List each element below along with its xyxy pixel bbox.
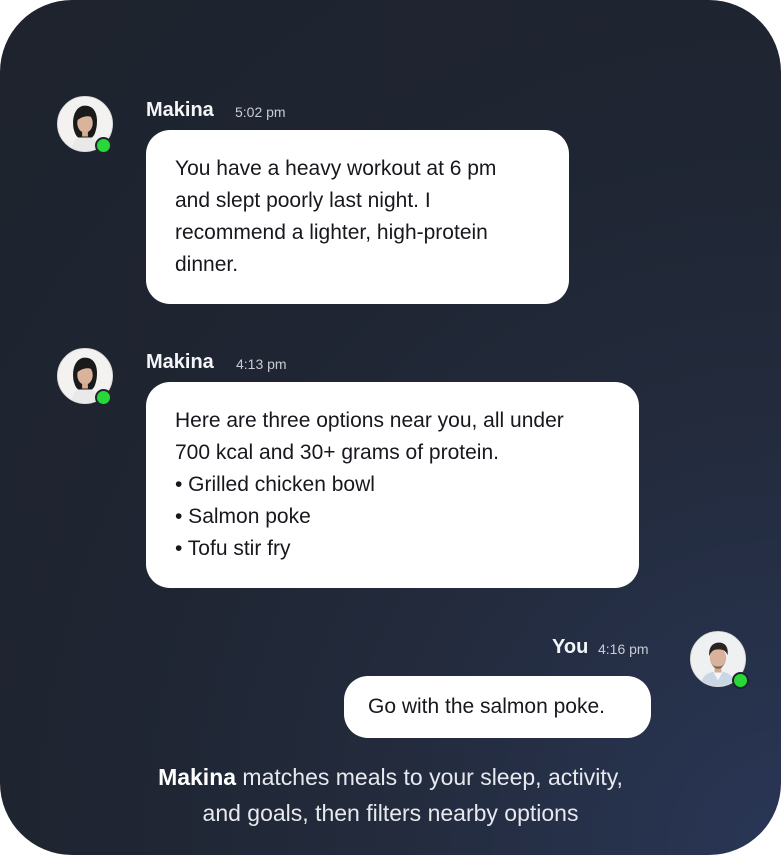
message-bubble: Go with the salmon poke. [344,676,651,738]
message-bubble: Here are three options near you, all und… [146,382,639,588]
message-text-line: • Grilled chicken bowl [175,473,375,496]
message-time: 4:13 pm [236,356,287,372]
online-status-icon [732,672,749,689]
caption-brand: Makina [158,764,237,790]
message-sender: Makina [146,351,214,373]
message-bubble: You have a heavy workout at 6 pm and sle… [146,130,569,304]
caption-text: matches meals to your sleep, activity, [236,764,623,790]
message-time: 5:02 pm [235,104,286,120]
message-text-line: You have a heavy workout at 6 pm [175,157,497,180]
message-text-line: • Tofu stir fry [175,537,291,560]
message-text-line: Go with the salmon poke. [368,695,605,718]
message-text-line: • Salmon poke [175,505,311,528]
message-text-line: dinner. [175,253,239,276]
feature-caption: Makina matches meals to your sleep, acti… [0,759,781,831]
chat-card: Makina 5:02 pm You have a heavy workout … [0,0,781,855]
message-text-line: and slept poorly last night. I [175,189,431,212]
online-status-icon [95,389,112,406]
message-sender: Makina [146,99,214,121]
caption-line-2: and goals, then filters nearby options [202,800,579,826]
message-time: 4:16 pm [598,641,649,657]
message-text-line: 700 kcal and 30+ grams of protein. [175,441,499,464]
message-text-line: recommend a lighter, high-protein [175,221,488,244]
message-sender: You [552,636,589,658]
caption-line-1: Makina matches meals to your sleep, acti… [0,759,781,795]
message-text-line: Here are three options near you, all und… [175,409,564,432]
online-status-icon [95,137,112,154]
